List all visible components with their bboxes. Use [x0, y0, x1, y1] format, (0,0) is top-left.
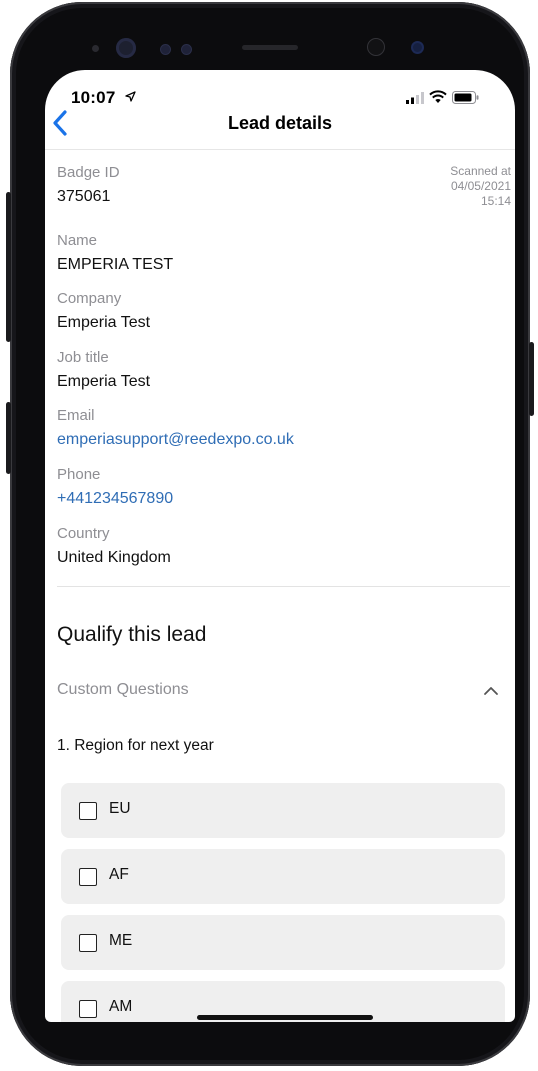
checkbox-icon[interactable]	[79, 868, 97, 886]
volume-up-button	[6, 192, 11, 342]
phone-frame: 10:07 Lead details Badge ID 375061 Scann…	[6, 2, 534, 1066]
option-eu[interactable]: EU	[61, 783, 505, 838]
option-label: ME	[109, 932, 133, 949]
phone-label: Phone	[57, 466, 101, 483]
badge-id-label: Badge ID	[57, 164, 120, 181]
country-label: Country	[57, 525, 110, 542]
nav-divider	[45, 149, 515, 150]
scanned-at-label: Scanned at	[450, 164, 511, 178]
option-af[interactable]: AF	[61, 849, 505, 904]
phone-link[interactable]: +441234567890	[57, 490, 173, 508]
front-camera	[116, 38, 136, 58]
home-indicator[interactable]	[197, 1015, 373, 1020]
checkbox-icon[interactable]	[79, 802, 97, 820]
scanned-at-date: 04/05/2021	[450, 179, 511, 193]
page-title: Lead details	[227, 113, 333, 133]
scanned-at: Scanned at 04/05/2021 15:14	[391, 164, 511, 209]
iris-sensor	[413, 43, 422, 52]
battery-icon	[452, 91, 479, 104]
job-title-value: Emperia Test	[57, 373, 151, 390]
email-link[interactable]: emperiasupport@reedexpo.co.uk	[57, 431, 294, 449]
power-button	[529, 342, 534, 416]
company-label: Company	[57, 290, 122, 307]
sensor-dot	[92, 45, 99, 52]
status-time: 10:07	[71, 88, 116, 107]
section-divider	[57, 586, 510, 587]
option-me[interactable]: ME	[61, 915, 505, 970]
wifi-icon	[429, 90, 447, 103]
name-label: Name	[57, 232, 98, 249]
scanned-at-time: 15:14	[480, 194, 511, 208]
option-label: AM	[109, 998, 133, 1015]
checkbox-icon[interactable]	[79, 934, 97, 952]
volume-down-button	[6, 402, 11, 474]
earpiece-speaker	[242, 45, 298, 50]
custom-questions-label[interactable]: Custom Questions	[57, 681, 189, 699]
option-label: AF	[109, 866, 129, 883]
company-value: Emperia Test	[57, 314, 151, 331]
sensor-dot	[181, 44, 192, 55]
status-bar: 10:07	[45, 70, 515, 110]
email-label: Email	[57, 407, 95, 424]
name-value: EMPERIA TEST	[57, 256, 174, 273]
question-title: 1. Region for next year	[57, 737, 214, 754]
job-title-label: Job title	[57, 349, 109, 366]
checkbox-icon[interactable]	[79, 1000, 97, 1018]
option-label: EU	[109, 800, 131, 817]
app-screen: 10:07 Lead details Badge ID 375061 Scann…	[45, 70, 515, 1022]
location-arrow-icon	[125, 91, 136, 102]
qualify-heading: Qualify this lead	[57, 623, 207, 646]
badge-id-value: 375061	[57, 188, 111, 205]
signal-icon	[406, 92, 424, 104]
proximity-sensor	[367, 38, 385, 56]
chevron-up-icon[interactable]	[481, 682, 501, 698]
country-value: United Kingdom	[57, 549, 171, 566]
sensor-dot	[160, 44, 171, 55]
